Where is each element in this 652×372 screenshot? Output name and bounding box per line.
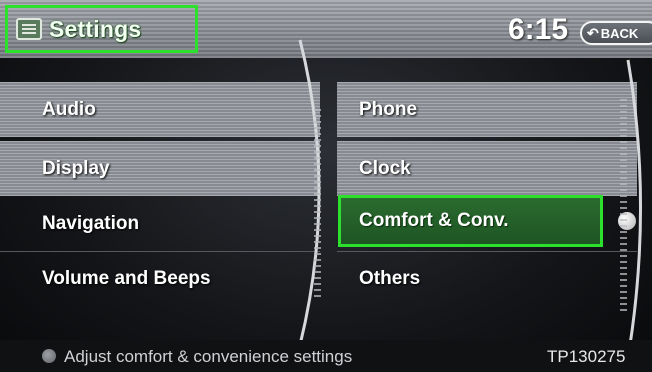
clock: 6:15 <box>508 13 569 46</box>
dial-decoration <box>298 39 643 346</box>
screen-title: Settings <box>5 5 198 53</box>
back-button[interactable]: ↶ BACK <box>580 21 652 45</box>
settings-screen-icon <box>16 18 42 40</box>
back-label: BACK <box>600 25 639 41</box>
back-arrow-icon: ↶ <box>587 24 599 41</box>
settings-screen: Settings 6:15 ↶ BACK Audio Display Navig… <box>0 0 652 372</box>
info-dot-icon <box>42 349 56 363</box>
status-hint: Adjust comfort & convenience settings <box>64 347 353 366</box>
title-label: Settings <box>49 15 142 42</box>
figure-code: TP130275 <box>547 347 626 366</box>
